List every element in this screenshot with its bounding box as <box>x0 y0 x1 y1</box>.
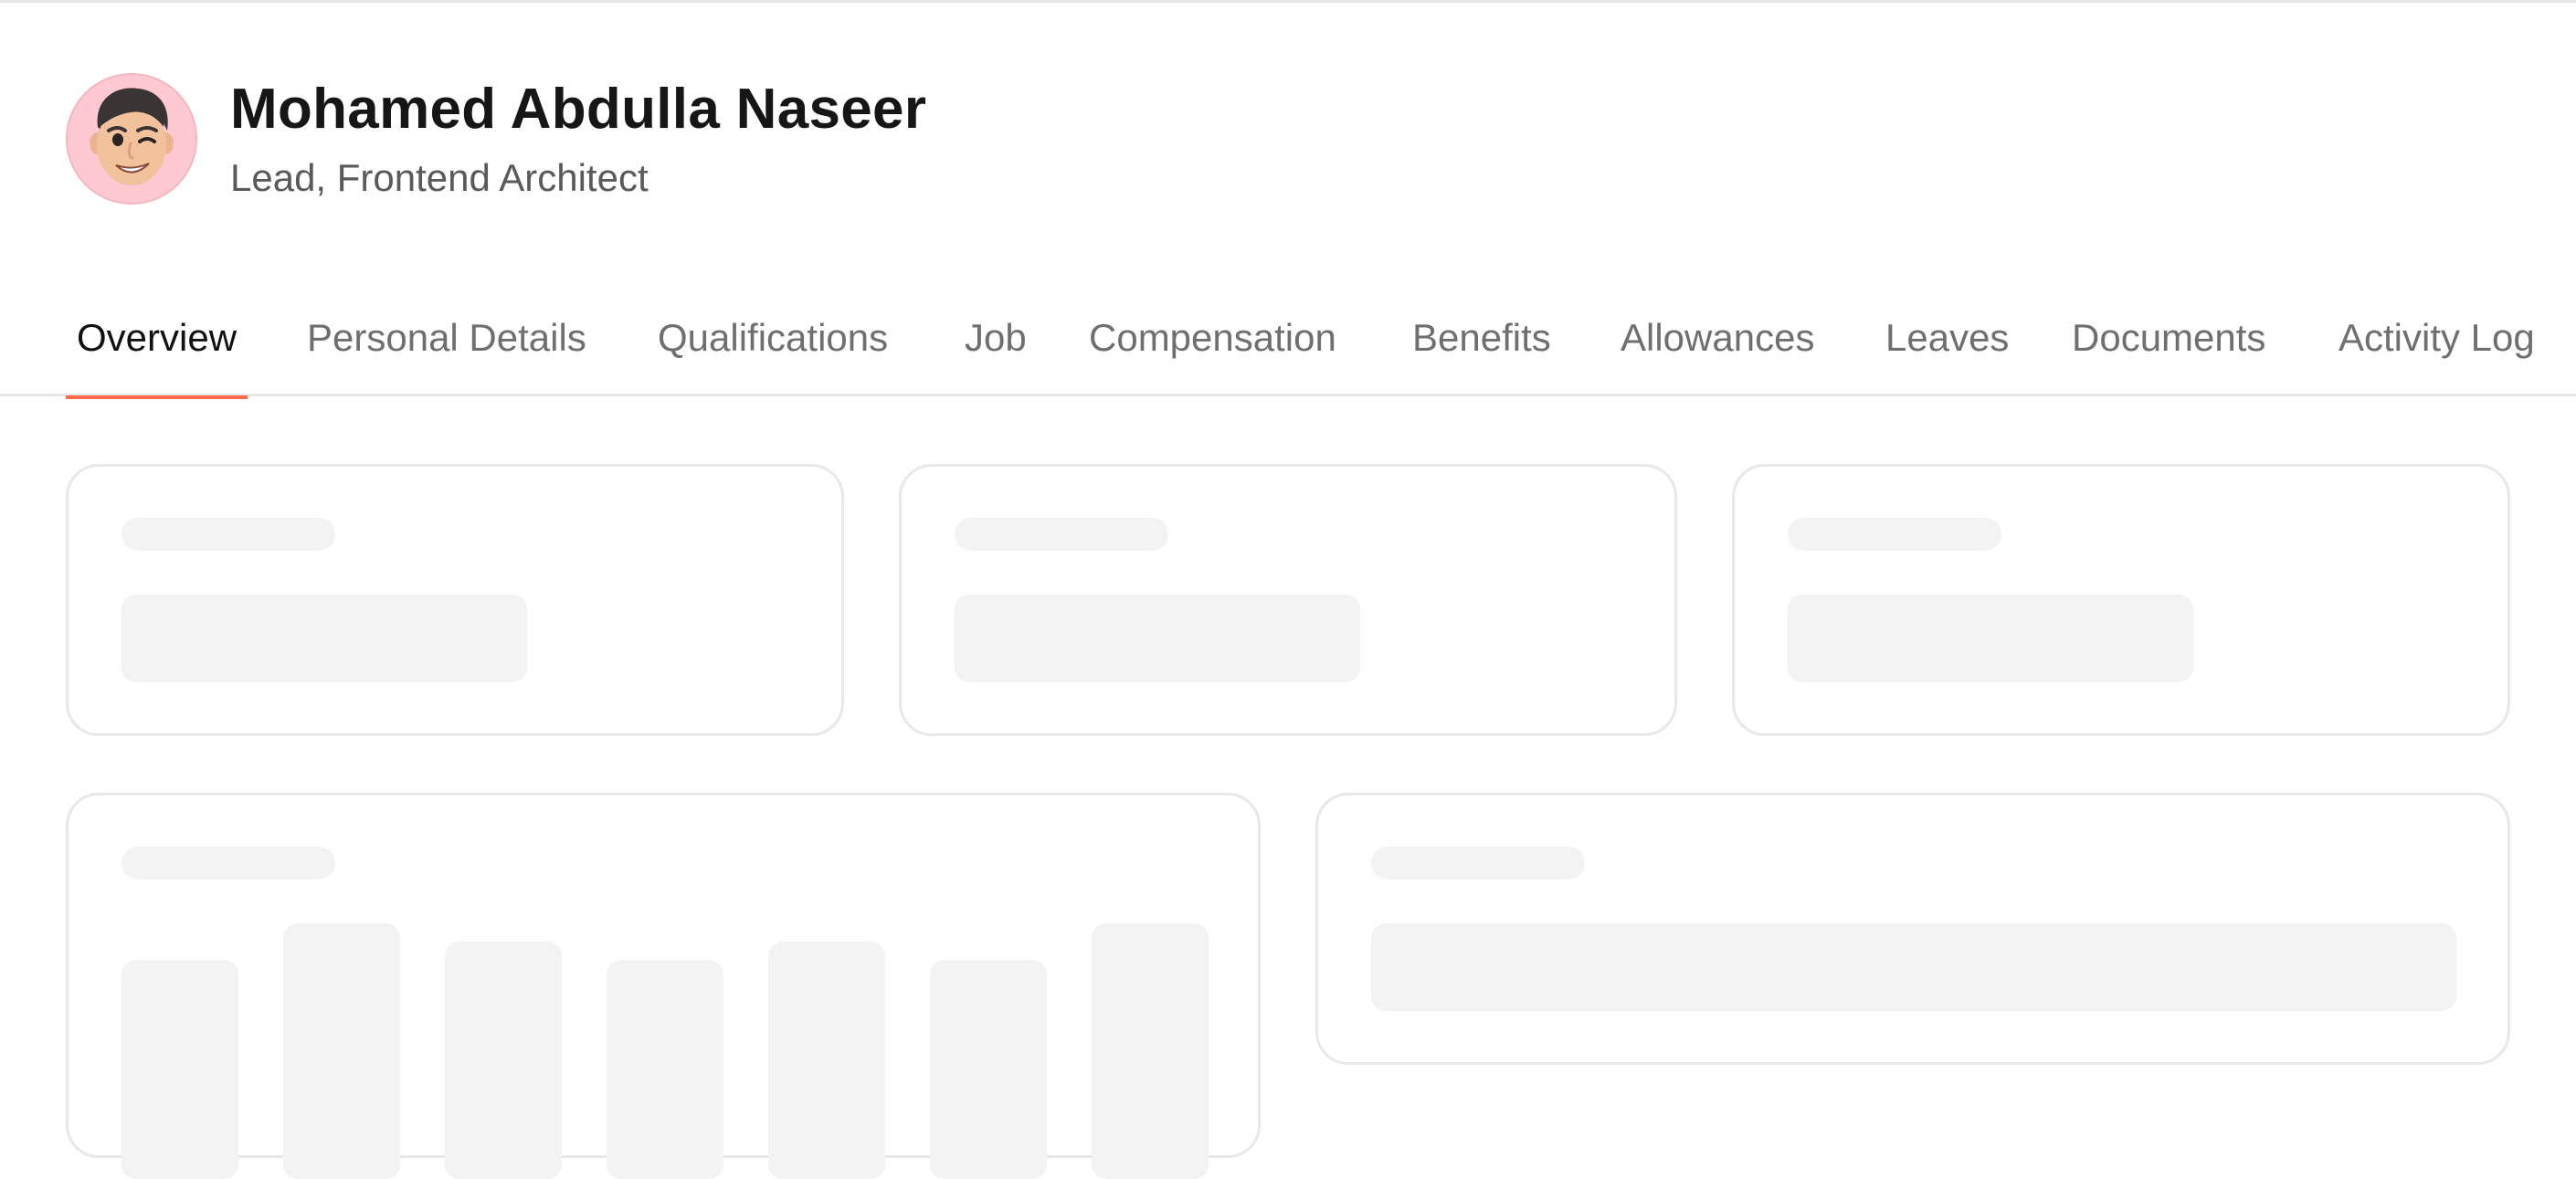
memoji-avatar-icon <box>90 88 174 185</box>
avatar[interactable] <box>66 73 197 205</box>
skeleton-bar <box>445 942 562 1179</box>
top-divider <box>0 0 2576 3</box>
profile-header: Mohamed Abdulla Naseer Lead, Frontend Ar… <box>66 73 926 205</box>
skeleton-line <box>121 847 335 879</box>
info-card-skeleton <box>1315 793 2510 1065</box>
stat-card-skeleton <box>66 464 844 736</box>
skeleton-block <box>1371 923 2456 1011</box>
skeleton-bar <box>768 942 885 1179</box>
tab-leaves[interactable]: Leaves <box>1885 292 2009 396</box>
tab-compensation[interactable]: Compensation <box>1089 292 1336 396</box>
profile-tabs: Overview Personal Details Qualifications… <box>0 292 2576 399</box>
skeleton-bar <box>1092 923 1209 1179</box>
profile-text: Mohamed Abdulla Naseer Lead, Frontend Ar… <box>230 75 926 203</box>
employee-role: Lead, Frontend Architect <box>230 156 649 199</box>
skeleton-bar <box>930 960 1047 1179</box>
skeleton-block <box>1788 595 2193 682</box>
skeleton-bar <box>607 960 723 1179</box>
stat-card-skeleton <box>1732 464 2510 736</box>
skeleton-line <box>1371 847 1585 879</box>
skeleton-line <box>955 518 1168 551</box>
tab-allowances[interactable]: Allowances <box>1621 292 1814 396</box>
skeleton-line <box>1788 518 2001 551</box>
skeleton-bar <box>121 960 238 1179</box>
stat-card-skeleton <box>899 464 1677 736</box>
skeleton-block <box>955 595 1360 682</box>
tab-overview[interactable]: Overview <box>65 292 248 399</box>
tab-activity-log[interactable]: Activity Log <box>2338 292 2535 396</box>
tab-personal-details[interactable]: Personal Details <box>307 292 586 396</box>
tab-job[interactable]: Job <box>965 292 1027 396</box>
chart-card-skeleton <box>66 793 1261 1179</box>
tab-documents[interactable]: Documents <box>2072 292 2265 396</box>
skeleton-bar <box>283 923 400 1179</box>
skeleton-line <box>121 518 335 551</box>
tab-qualifications[interactable]: Qualifications <box>658 292 888 396</box>
skeleton-block <box>121 595 527 682</box>
tab-benefits[interactable]: Benefits <box>1412 292 1551 396</box>
employee-name: Mohamed Abdulla Naseer <box>230 78 927 141</box>
